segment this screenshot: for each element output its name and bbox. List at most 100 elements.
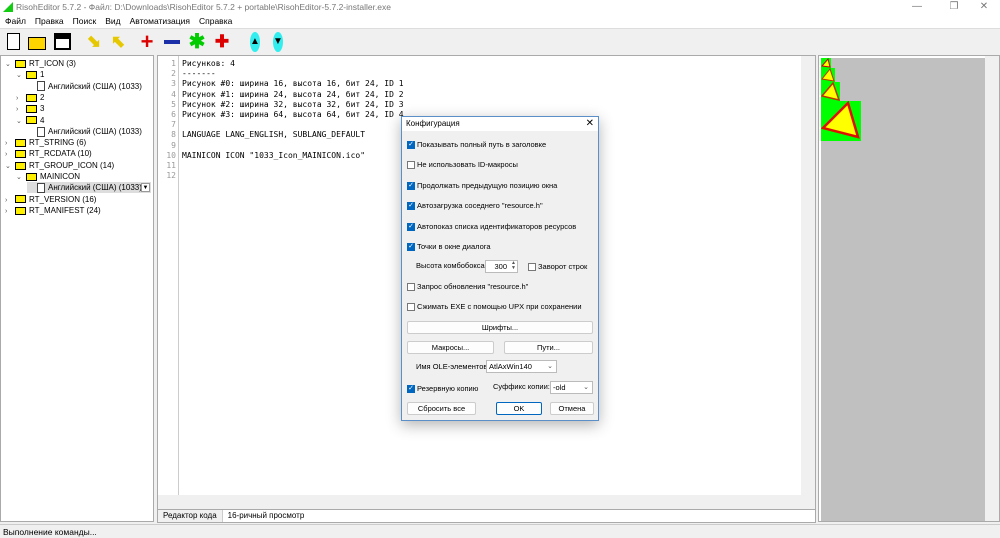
tree-item[interactable]: ⌄ 4 (16, 115, 44, 126)
tree-item-label: RT_STRING (6) (29, 138, 87, 148)
tree-item[interactable]: › 3 (16, 103, 44, 114)
modify-icon[interactable]: ✱ (187, 32, 207, 52)
horizontal-scrollbar[interactable] (158, 495, 815, 509)
option-checkbox[interactable]: Запрос обновления "resource.h" (407, 282, 528, 292)
remove-icon[interactable] (162, 32, 182, 52)
dialog-close-button[interactable]: ✕ (586, 117, 594, 131)
menu-edit[interactable]: Правка (35, 14, 64, 28)
option-label: Автопоказ списка идентификаторов ресурсо… (417, 221, 577, 231)
folder-icon (15, 206, 26, 215)
tree-item[interactable]: ⌄ 1 (16, 69, 44, 80)
paths-button[interactable]: Пути... (504, 341, 593, 354)
icon-32 (820, 81, 841, 102)
line-number: 12 (166, 171, 176, 181)
move-up-icon[interactable]: ▲ (245, 32, 265, 52)
wrap-lines-label: Заворот строк (538, 262, 588, 271)
folder-icon (15, 161, 26, 170)
option-checkbox[interactable]: ✓ Продолжать предыдущую позицию окна (407, 181, 557, 190)
line-number: 4 (171, 89, 176, 99)
arrow-down-icon[interactable]: ⬊ (84, 32, 104, 52)
arrow-up-icon[interactable]: ⬉ (108, 32, 128, 52)
suffix-label: Суффикс копии: (493, 382, 550, 391)
ole-name-value: AtlAxWin140 (489, 362, 532, 371)
tree-item[interactable]: › RT_RCDATA (10) (5, 148, 92, 159)
option-checkbox[interactable]: ✓ Показывать полный путь в заголовке (407, 140, 546, 150)
toolbar: ⬊ ⬉ + ✱ ✚ ▲ ▼ (0, 28, 1000, 54)
line-numbers: 1 2 3 4 5 6 7 8 9 10 11 12 (158, 56, 179, 509)
chevron-down-icon: ⌄ (583, 384, 589, 391)
dropdown-arrow-icon[interactable]: ▼ (141, 183, 150, 193)
code-line: Рисунок #1: ширина 24, высота 24, бит 24… (182, 89, 404, 99)
folder-icon (15, 195, 26, 204)
add-icon[interactable]: + (137, 31, 157, 53)
preview-scrollbar[interactable] (985, 56, 999, 521)
folder-icon (15, 138, 26, 147)
resource-tree[interactable]: ⌄ RT_ICON (3) ⌄ 1 Английский (США) (1033) › 2 ›… (0, 55, 154, 522)
minimize-button[interactable]: — (903, 0, 931, 14)
ole-name-combo[interactable]: AtlAxWin140 ⌄ (486, 360, 557, 373)
suffix-combo[interactable]: -old ⌄ (550, 381, 593, 394)
move-down-icon[interactable]: ▼ (268, 32, 288, 52)
menu-help[interactable]: Справка (199, 14, 232, 28)
cancel-button[interactable]: Отмена (550, 402, 594, 415)
suffix-value: -old (553, 383, 566, 392)
vertical-scrollbar[interactable] (801, 56, 815, 496)
tree-item[interactable]: › 2 (16, 92, 44, 103)
checkbox-box (407, 283, 415, 292)
chevron-down-icon[interactable]: ⌄ (5, 161, 15, 172)
spinner-arrows-icon[interactable]: ▲ ▼ (511, 261, 516, 271)
tree-item[interactable]: › RT_MANIFEST (24) (5, 205, 101, 216)
menu-view[interactable]: Вид (105, 14, 120, 28)
code-line: MAINICON ICON "1033_Icon_MAINICON.ico" (182, 150, 366, 160)
tree-item-label: 3 (40, 104, 45, 114)
menu-search[interactable]: Поиск (73, 14, 97, 28)
checkbox-box: ✓ (407, 202, 415, 211)
dialog-title: Конфигурация (406, 119, 460, 128)
tree-item[interactable]: ⌄ RT_GROUP_ICON (14) (5, 160, 114, 171)
close-button[interactable]: ✕ (970, 0, 998, 14)
clone-icon[interactable]: ✚ (212, 32, 232, 52)
option-checkbox[interactable]: ✓ Точки в окне диалога (407, 242, 491, 252)
tree-item-label: 4 (40, 115, 45, 125)
tree-item-label: 1 (40, 70, 45, 80)
fonts-button[interactable]: Шрифты... (407, 321, 593, 334)
tree-item-label: MAINICON (40, 172, 80, 181)
save-icon[interactable] (52, 32, 72, 52)
tree-item[interactable]: › RT_STRING (6) (5, 137, 86, 148)
option-checkbox[interactable]: ✓ Автозагрузка соседнего "resource.h" (407, 201, 543, 211)
new-file-icon[interactable] (3, 32, 23, 52)
menu-automation[interactable]: Автоматизация (130, 14, 190, 28)
option-checkbox[interactable]: Не использовать ID-макросы (407, 160, 518, 170)
chevron-down-icon[interactable]: ⌄ (16, 116, 26, 127)
backup-checkbox[interactable]: ✓ Резервную копию (407, 384, 478, 394)
line-number: 7 (171, 120, 176, 130)
combo-height-spinner[interactable]: 300 ▲ ▼ (485, 260, 518, 273)
macros-button[interactable]: Макросы... (407, 341, 494, 354)
option-label: Продолжать предыдущую позицию окна (417, 180, 558, 190)
chevron-right-icon[interactable]: › (5, 206, 15, 217)
line-number: 11 (166, 161, 176, 171)
tab-hex-view[interactable]: 16-ричный просмотр (223, 510, 310, 522)
tree-item[interactable]: ⌄ MAINICON (16, 171, 80, 182)
open-folder-icon[interactable] (27, 32, 47, 52)
chevron-down-icon[interactable]: ⌄ (16, 172, 26, 183)
checkbox-box: ✓ (407, 385, 415, 394)
chevron-down-icon[interactable]: ⌄ (16, 70, 26, 81)
option-checkbox[interactable]: Сжимать EXE с помощью UPX при сохранении (407, 302, 582, 312)
wrap-lines-checkbox[interactable]: Заворот строк (528, 262, 588, 272)
status-bar: Выполнение команды... (0, 524, 1000, 538)
app-icon (3, 2, 13, 12)
ok-button[interactable]: OK (496, 402, 542, 415)
chevron-down-icon[interactable]: ⌄ (5, 59, 15, 70)
tree-item[interactable]: › RT_VERSION (16) (5, 194, 96, 205)
tree-item[interactable]: Английский (США) (1033) (27, 81, 142, 92)
menu-file[interactable]: Файл (5, 14, 26, 28)
tab-code-editor[interactable]: Редактор кода (158, 510, 223, 522)
option-checkbox[interactable]: ✓ Автопоказ списка идентификаторов ресурс… (407, 222, 576, 231)
restore-button[interactable]: ❐ (940, 0, 968, 14)
tree-item[interactable]: Английский (США) (1033) (27, 126, 142, 137)
tree-item[interactable]: ⌄ RT_ICON (3) (5, 58, 76, 69)
tree-item[interactable]: Английский (США) (1033) ▼ (27, 182, 151, 194)
code-text[interactable]: Рисунков: 4 ------- Рисунок #0: ширина 16,… (182, 59, 404, 181)
reset-all-button[interactable]: Сбросить все (407, 402, 476, 415)
